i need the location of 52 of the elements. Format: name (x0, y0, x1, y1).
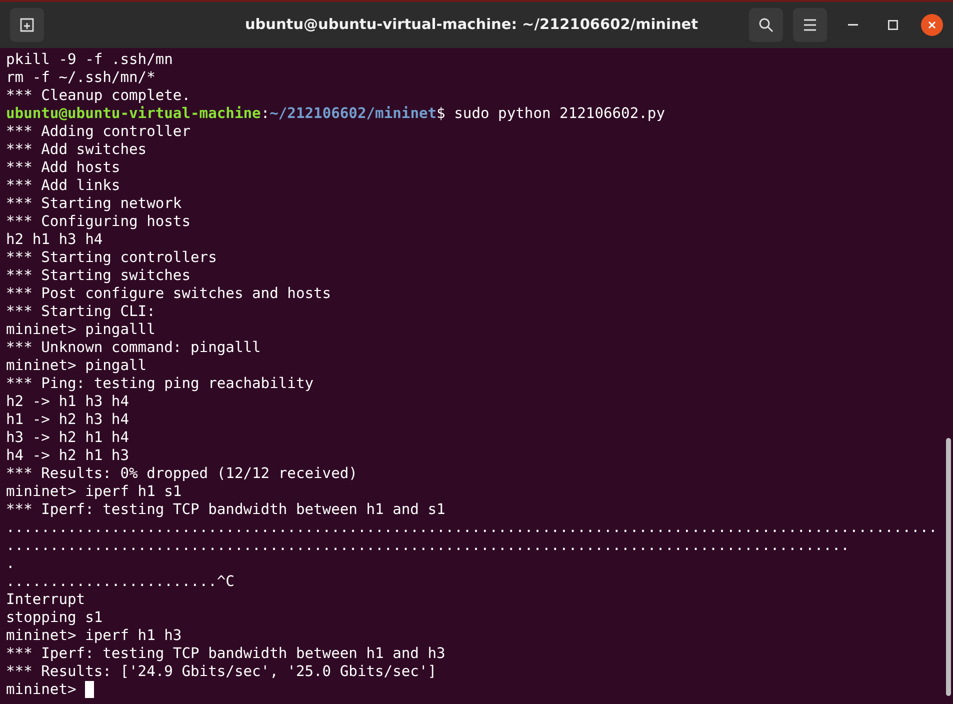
terminal-line: . (6, 555, 15, 573)
terminal-line: h1 -> h2 h3 h4 (6, 411, 130, 429)
terminal-line: h4 -> h2 h1 h3 (6, 447, 130, 465)
close-icon (928, 21, 936, 29)
terminal-line: h2 h1 h3 h4 (6, 231, 103, 249)
terminal-line: *** Add links (6, 177, 120, 195)
scrollbar-thumb[interactable] (946, 438, 951, 696)
search-button[interactable] (749, 8, 783, 42)
prompt-path: ~/212106602/mininet (270, 105, 437, 123)
maximize-icon (888, 20, 898, 30)
terminal-line: *** Iperf: testing TCP bandwidth between h1 and s1 (6, 501, 446, 519)
command-text: $ sudo python 212106602.py (436, 105, 665, 123)
minimize-icon (848, 24, 858, 26)
text-cursor (85, 681, 94, 698)
terminal-line: *** Ping: testing ping reachability (6, 375, 314, 393)
terminal-line: h3 -> h2 h1 h4 (6, 429, 130, 447)
close-button[interactable] (921, 14, 943, 36)
terminal-line: rm -f ~/.ssh/mn/* (6, 69, 156, 87)
terminal-line: *** Adding controller (6, 123, 191, 141)
terminal-line: mininet> iperf h1 h3 (6, 627, 182, 645)
terminal-line: *** Post configure switches and hosts (6, 285, 332, 303)
search-icon (758, 17, 774, 33)
terminal-line: *** Results: 0% dropped (12/12 received) (6, 465, 358, 483)
prompt-separator: : (260, 105, 270, 123)
terminal-line: ........................^C (6, 573, 234, 591)
terminal-line: *** Configuring hosts (6, 213, 191, 231)
terminal-line: mininet> iperf h1 s1 (6, 483, 182, 501)
terminal-line: Interrupt (6, 591, 86, 609)
terminal-line: mininet> pingall (6, 357, 147, 375)
prompt-user: ubuntu@ubuntu-virtual-machine (6, 105, 261, 123)
terminal-line: pkill -9 -f .ssh/mn (6, 51, 173, 69)
terminal-prompt: mininet> (6, 681, 78, 699)
menu-icon (803, 19, 817, 31)
terminal-line: *** Unknown command: pingalll (6, 339, 261, 357)
terminal-line: *** Cleanup complete. (6, 87, 191, 105)
terminal-line: ................................................................................................ (6, 537, 850, 555)
window-title: ubuntu@ubuntu-virtual-machine: ~/212106602/mininet (244, 17, 700, 33)
terminal-line: .......................................................................................................... (6, 519, 938, 537)
menu-button[interactable] (793, 8, 827, 42)
terminal-line: *** Starting network (6, 195, 182, 213)
terminal-line: *** Starting switches (6, 267, 191, 285)
terminal-line: *** Iperf: testing TCP bandwidth between h1 and h3 (6, 645, 446, 663)
terminal-line: *** Add switches (6, 141, 147, 159)
terminal-line: *** Starting CLI: (6, 303, 156, 321)
new-tab-icon (19, 17, 35, 33)
new-tab-button[interactable] (10, 8, 44, 42)
terminal-line: *** Results: ['24.9 Gbits/sec', '25.0 Gbits/sec'] (6, 663, 437, 681)
terminal-line: *** Starting controllers (6, 249, 217, 267)
terminal-line: mininet> pingalll (6, 321, 156, 339)
terminal-line: h2 -> h1 h3 h4 (6, 393, 130, 411)
terminal-line: stopping s1 (6, 609, 103, 627)
terminal-line: *** Add hosts (6, 159, 120, 177)
